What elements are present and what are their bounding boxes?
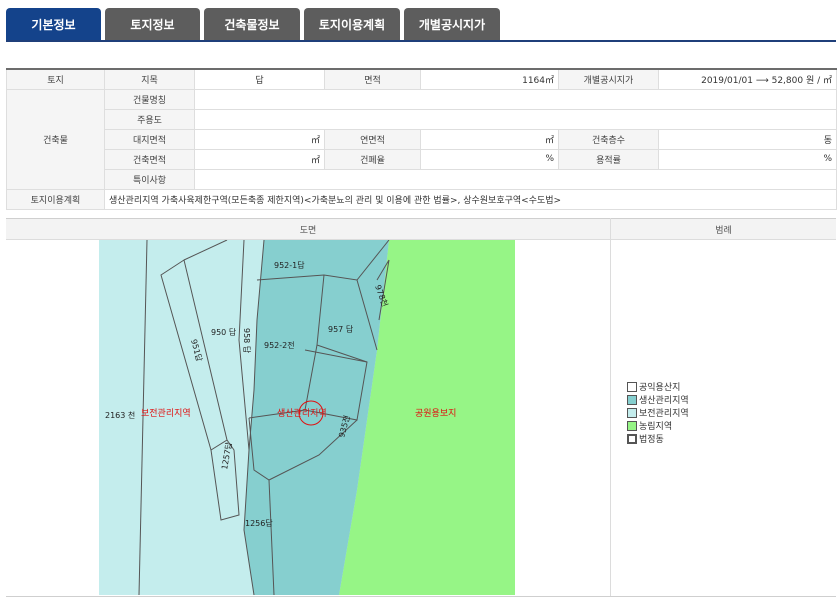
drawing-header: 도면 — [6, 218, 610, 240]
plan-label: 토지이용계획 — [6, 188, 105, 210]
legend-label: 법정동 — [639, 435, 664, 445]
main-use-label: 주용도 — [104, 108, 195, 130]
building-area-unit: ㎡ — [194, 148, 325, 170]
legend-item: 농림지역 — [627, 419, 689, 432]
floor-area-unit: ㎡ — [420, 128, 559, 150]
far-label: 용적률 — [558, 148, 659, 170]
far-unit: % — [658, 148, 837, 170]
legend-item: 생산관리지역 — [627, 393, 689, 406]
panel-divider — [610, 218, 611, 596]
coverage-label: 건폐율 — [324, 148, 421, 170]
parcel-label: 957 답 — [328, 324, 354, 334]
parcel-label: 2163 천 — [105, 410, 135, 420]
building-name-label: 건물명칭 — [104, 88, 195, 110]
legend-item: 보전관리지역 — [627, 406, 689, 419]
legend-label: 생산관리지역 — [639, 396, 689, 406]
main-use-value — [194, 108, 837, 130]
parcel-label: 958 답 — [242, 328, 252, 354]
tab-land-use-plan[interactable]: 토지이용계획 — [304, 8, 400, 40]
panel-bottom-border — [6, 596, 836, 597]
tab-building-info[interactable]: 건축물정보 — [204, 8, 300, 40]
cadastral-map[interactable]: 952-1답 950 답 951답 952-2전 957 답 958 답 978… — [99, 240, 515, 595]
floors-unit: 동 — [658, 128, 837, 150]
jimok-label: 지목 — [104, 68, 195, 90]
area-label: 면적 — [324, 68, 421, 90]
legend-label: 공익용산지 — [639, 383, 681, 393]
building-area-label: 건축면적 — [104, 148, 195, 170]
building-name-value — [194, 88, 837, 110]
jimok-value: 답 — [194, 68, 325, 90]
parcel-label: 1256답 — [245, 518, 273, 528]
map-legend: 공익용산지 생산관리지역 보전관리지역 농림지역 법정동 — [627, 380, 689, 445]
legend-swatch — [627, 394, 637, 405]
legend-swatch — [627, 420, 637, 431]
legend-swatch — [627, 433, 637, 444]
zone-label-public: 공원용보지 — [415, 408, 456, 419]
tab-official-land-price[interactable]: 개별공시지가 — [404, 8, 500, 40]
basic-info-table: 토지 지목 답 면적 1164㎡ 개별공시지가 2019/01/01 ⟶ 52,… — [6, 68, 837, 210]
special-value — [194, 168, 837, 190]
site-area-unit: ㎡ — [194, 128, 325, 150]
legend-item: 공익용산지 — [627, 380, 689, 393]
legend-header: 범례 — [611, 218, 836, 240]
site-area-label: 대지면적 — [104, 128, 195, 150]
parcel-label: 952-1답 — [274, 260, 305, 270]
floor-area-label: 연면적 — [324, 128, 421, 150]
floors-label: 건축층수 — [558, 128, 659, 150]
legend-swatch — [627, 407, 637, 418]
tab-bar: 기본정보 토지정보 건축물정보 토지이용계획 개별공시지가 — [0, 0, 840, 42]
parcel-label: 952-2전 — [264, 340, 295, 350]
price-value: 2019/01/01 ⟶ 52,800 원 / ㎡ — [658, 68, 837, 90]
coverage-unit: % — [420, 148, 559, 170]
price-label: 개별공시지가 — [558, 68, 659, 90]
zone-label-conservation: 보전관리지역 — [141, 408, 191, 419]
area-value: 1164㎡ — [420, 68, 559, 90]
special-label: 특이사항 — [104, 168, 195, 190]
legend-item: 법정동 — [627, 432, 689, 445]
parcel-label: 950 답 — [211, 327, 237, 337]
building-header: 건축물 — [6, 88, 105, 190]
tab-basic-info[interactable]: 기본정보 — [6, 8, 101, 40]
legend-label: 보전관리지역 — [639, 409, 689, 419]
legend-label: 농림지역 — [639, 422, 673, 432]
legend-swatch — [627, 381, 637, 392]
zone-label-production: 생산관리지역 — [277, 408, 327, 419]
tab-land-info[interactable]: 토지정보 — [105, 8, 200, 40]
land-header: 토지 — [6, 68, 105, 90]
plan-value: 생산관리지역 가축사육제한구역(모든축종 제한지역)<가축분뇨의 관리 및 이용… — [104, 188, 837, 210]
